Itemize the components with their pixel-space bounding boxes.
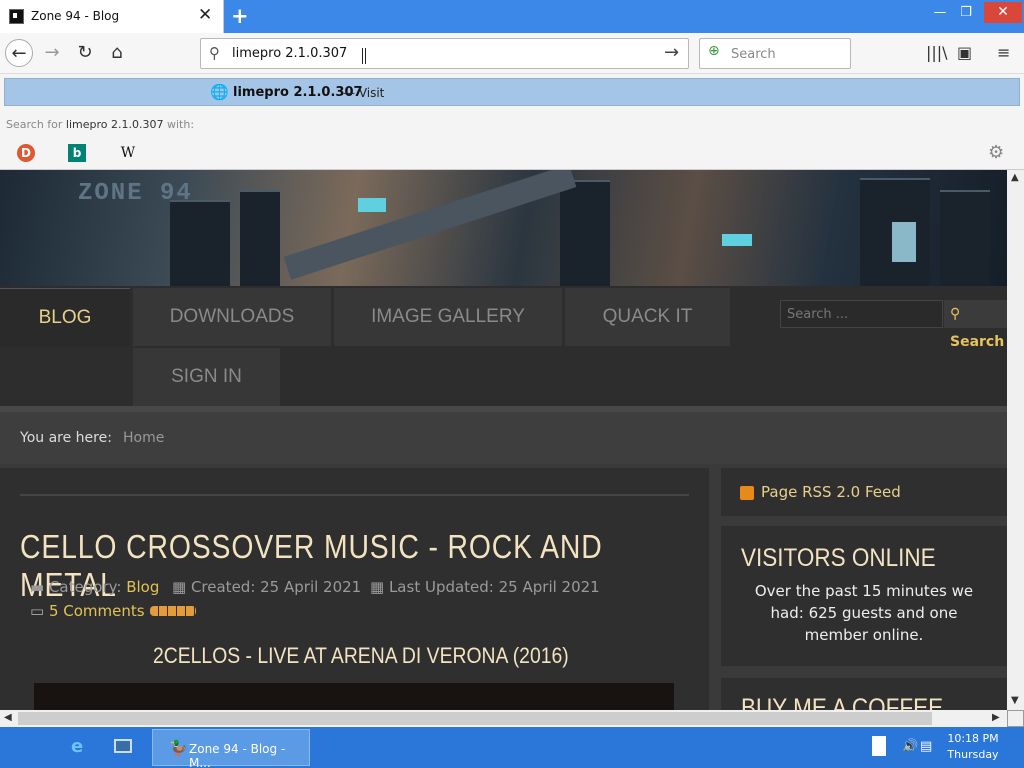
taskbar-browser-task[interactable]: 🦆 Zone 94 - Blog - M... (152, 729, 310, 768)
created-date: Created: 25 April 2021 (190, 578, 362, 596)
search-for-query: limepro 2.1.0.307 (65, 118, 164, 131)
comments-count: 5 Comments (48, 602, 145, 620)
comment-icon: ▭ (30, 602, 49, 620)
wikipedia-icon[interactable]: W (119, 144, 137, 162)
globe-icon: 🌐 (210, 83, 229, 101)
breadcrumb-label: You are here: (20, 430, 112, 446)
clock[interactable]: 10:18 PM Thursday (945, 731, 1001, 763)
nav-quack-it[interactable]: QUACK IT (565, 288, 730, 346)
divider (20, 494, 689, 496)
video-embed[interactable] (34, 683, 674, 710)
task-label: Zone 94 - Blog - M... (189, 742, 286, 768)
category-link[interactable]: Blog (126, 578, 159, 596)
minimize-icon[interactable]: — (926, 3, 954, 23)
sidebar-icon[interactable]: ▣ (957, 43, 972, 62)
url-dropdown: 🌐 limepro 2.1.0.307 — Visit Search for l… (0, 74, 1024, 170)
search-for-prefix: Search for (6, 118, 63, 131)
search-icon: ⚲ (209, 44, 220, 62)
browser-search-box[interactable]: ⊕ Search (699, 38, 851, 69)
taskbar: e 🦆 Zone 94 - Blog - M... 🔊 ▤ 10:18 PM T… (0, 727, 1024, 768)
internet-explorer-icon[interactable]: e (71, 736, 83, 757)
back-icon[interactable]: ← (5, 39, 33, 67)
scroll-corner (1007, 710, 1024, 727)
nav-image-gallery[interactable]: IMAGE GALLERY (334, 288, 562, 346)
site-search-label: Search (950, 334, 1005, 350)
calendar-icon: ▦ (370, 578, 389, 596)
browser-tab[interactable]: Zone 94 - Blog ✕ (0, 0, 224, 33)
web-page: ZONE 94 BLOG DOWNLOADS IMAGE GALLERY QUA… (0, 170, 1007, 710)
search-engine-icon: ⊕ (708, 43, 720, 59)
rss-icon (740, 486, 754, 500)
category-meta: ▬ Category: Blog (30, 578, 159, 596)
volume-icon[interactable]: 🔊 (902, 739, 918, 754)
visitors-box: VISITORS ONLINE Over the past 15 minutes… (721, 526, 1007, 666)
rss-link[interactable]: Page RSS 2.0 Feed (761, 483, 901, 501)
clock-time: 10:18 PM (947, 732, 999, 745)
rating-stars-icon[interactable] (150, 606, 196, 616)
library-icon[interactable]: |||\ (926, 43, 948, 62)
clock-day: Thursday (947, 748, 999, 761)
updated-meta: ▦ Last Updated: 25 April 2021 (370, 578, 600, 596)
close-tab-icon[interactable]: ✕ (198, 5, 212, 25)
tab-title: Zone 94 - Blog (31, 9, 120, 23)
scroll-down-icon[interactable]: ▼ (1011, 695, 1019, 706)
suggestion-action: — Visit (343, 86, 385, 100)
gear-icon[interactable]: ⚙ (988, 142, 1004, 163)
updated-date: Last Updated: 25 April 2021 (388, 578, 600, 596)
explorer-icon[interactable] (114, 739, 132, 753)
visitors-heading: VISITORS ONLINE (741, 544, 936, 572)
nav-toolbar: ← → ↻ ⌂ ⚲ limepro 2.1.0.307 → ⊕ Search |… (0, 33, 1024, 74)
nav-sign-in[interactable]: SIGN IN (133, 348, 280, 406)
search-for-line: Search for limepro 2.1.0.307 with: (6, 118, 194, 131)
category-label: Category: (48, 578, 122, 596)
url-suggestion[interactable]: 🌐 limepro 2.1.0.307 — Visit (4, 78, 1020, 106)
visitors-text: Over the past 15 minutes we had: 625 gue… (754, 582, 974, 644)
created-meta: ▦ Created: 25 April 2021 (172, 578, 361, 596)
article: CELLO CROSSOVER MUSIC - ROCK AND METAL ▬… (0, 468, 709, 710)
restore-icon[interactable]: ❐ (952, 3, 980, 23)
forward-icon[interactable]: → (38, 39, 66, 67)
comments-link[interactable]: ▭ 5 Comments (30, 602, 145, 620)
home-icon[interactable]: ⌂ (103, 39, 131, 67)
site-search-input[interactable]: Search ... (780, 300, 943, 328)
show-desktop-icon[interactable] (872, 736, 886, 756)
url-bar[interactable]: ⚲ limepro 2.1.0.307 → (200, 38, 689, 69)
site-banner: ZONE 94 (0, 170, 1007, 286)
reload-icon[interactable]: ↻ (71, 39, 99, 67)
bing-icon[interactable]: b (68, 144, 86, 162)
scroll-left-icon[interactable]: ◀ (4, 712, 12, 723)
app-icon: 🦆 (169, 739, 188, 757)
site-search-button[interactable]: ⚲ Search (944, 300, 1007, 350)
search-for-suffix: with: (167, 118, 195, 131)
calendar-icon: ▦ (172, 578, 191, 596)
menu-icon[interactable]: ≡ (997, 43, 1010, 62)
go-arrow-icon[interactable]: → (664, 42, 679, 63)
rss-box: Page RSS 2.0 Feed (721, 468, 1007, 516)
scroll-thumb[interactable] (18, 712, 932, 725)
duckduckgo-icon[interactable]: D (17, 144, 35, 162)
vertical-scrollbar[interactable]: ▲ ▼ (1007, 170, 1024, 710)
nav-blog[interactable]: BLOG (0, 288, 130, 346)
site-search-placeholder: Search ... (787, 307, 849, 322)
breadcrumb-home[interactable]: Home (123, 430, 164, 446)
url-input[interactable]: limepro 2.1.0.307 (232, 46, 347, 61)
breadcrumb: You are here: Home (0, 406, 1007, 464)
title-bar: Zone 94 - Blog ✕ + — ❐ ✕ (0, 0, 1024, 33)
folder-icon: ▬ (30, 578, 49, 596)
site-logo: ZONE 94 (78, 180, 193, 207)
coffee-box: BUY ME A COFFEE (721, 678, 1007, 710)
article-subtitle: 2CELLOS - LIVE AT ARENA DI VERONA (2016) (153, 643, 569, 668)
new-tab-icon[interactable]: + (231, 4, 249, 28)
text-cursor-icon (362, 48, 366, 64)
nav-downloads[interactable]: DOWNLOADS (133, 288, 331, 346)
coffee-heading: BUY ME A COFFEE (741, 694, 944, 710)
network-icon[interactable]: ▤ (920, 739, 932, 754)
search-placeholder: Search (731, 47, 776, 62)
scroll-right-icon[interactable]: ▶ (992, 712, 1000, 723)
site-nav: BLOG DOWNLOADS IMAGE GALLERY QUACK IT SI… (0, 286, 1007, 406)
scroll-up-icon[interactable]: ▲ (1011, 172, 1019, 183)
horizontal-scrollbar[interactable]: ◀ ▶ (0, 710, 1007, 727)
site-favicon-icon (9, 9, 24, 24)
window-close-icon[interactable]: ✕ (984, 2, 1022, 23)
